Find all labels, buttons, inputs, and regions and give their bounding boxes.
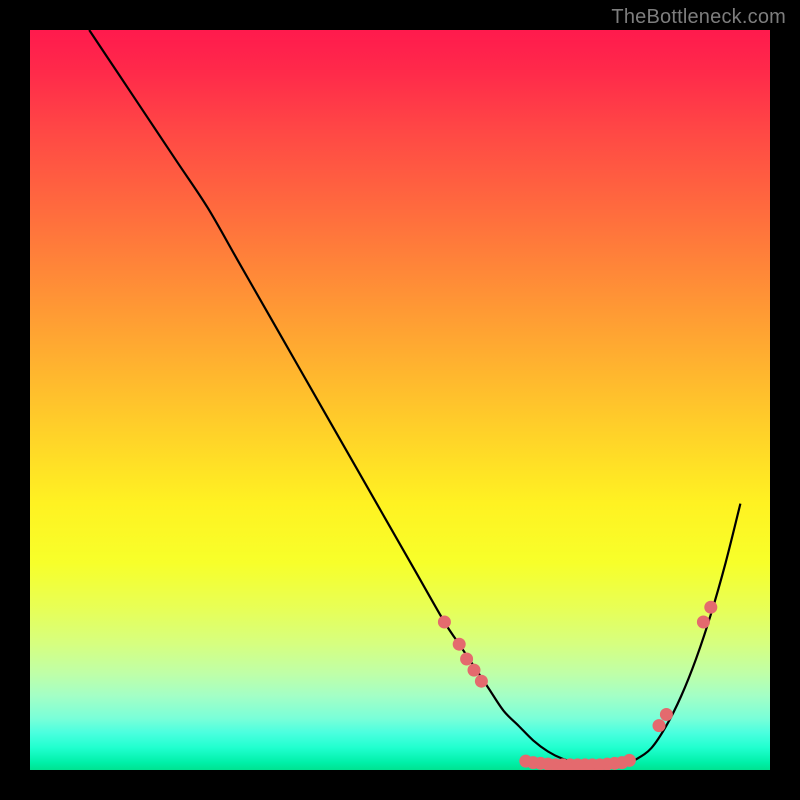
- data-point: [660, 708, 673, 721]
- data-point: [453, 638, 466, 651]
- data-point: [697, 616, 710, 629]
- data-points: [438, 601, 717, 770]
- data-point: [475, 675, 488, 688]
- chart-frame: TheBottleneck.com: [0, 0, 800, 800]
- data-point: [468, 664, 481, 677]
- watermark-label: TheBottleneck.com: [611, 6, 786, 29]
- curve-svg: [30, 30, 770, 770]
- bottleneck-curve: [89, 30, 740, 766]
- data-point: [623, 754, 636, 767]
- data-point: [438, 616, 451, 629]
- data-point: [653, 719, 666, 732]
- plot-area: [30, 30, 770, 770]
- data-point: [704, 601, 717, 614]
- data-point: [460, 653, 473, 666]
